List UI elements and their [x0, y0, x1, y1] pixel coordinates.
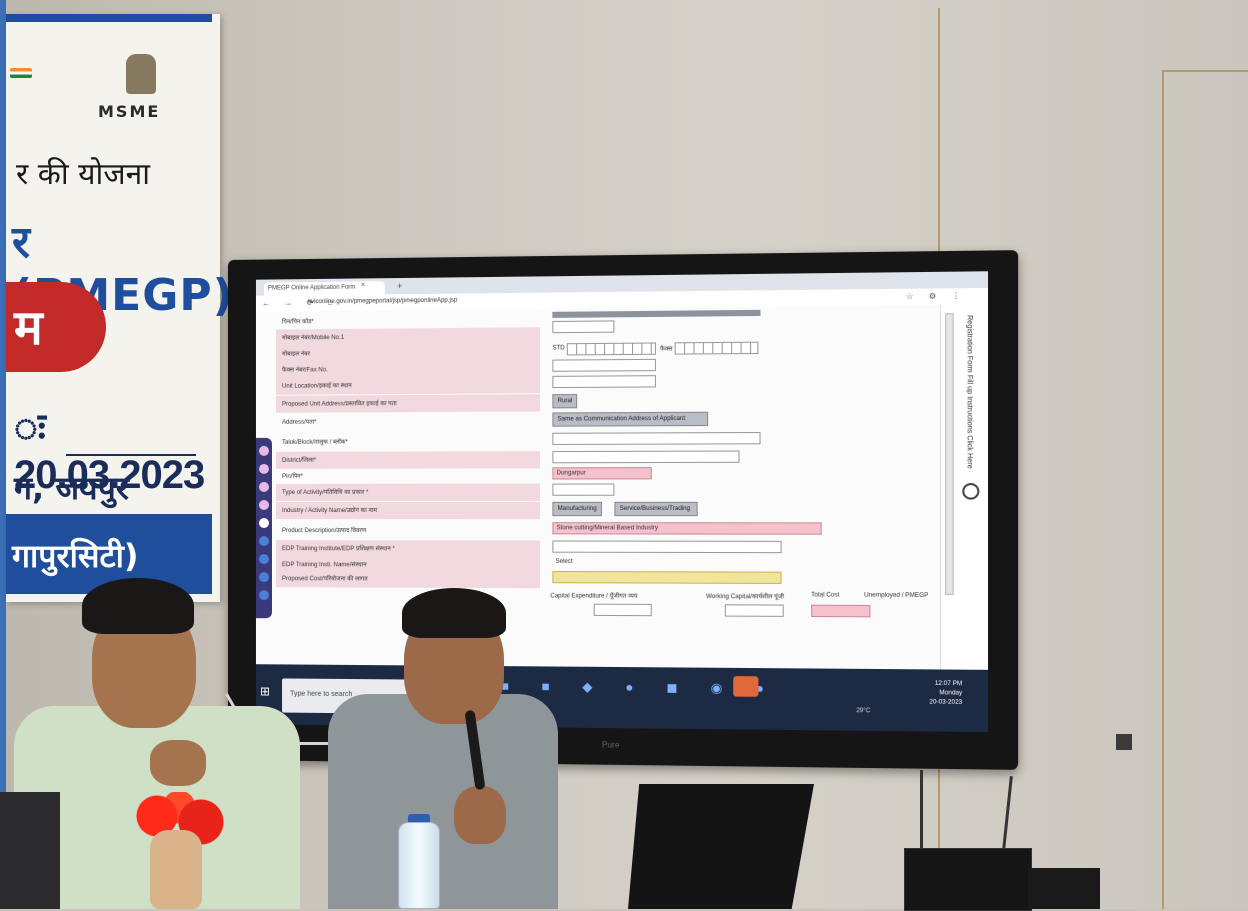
- magnifier-icon[interactable]: [962, 483, 980, 500]
- form-field-label: Product Description/उत्पाद विवरण: [282, 528, 367, 535]
- undo-icon[interactable]: [258, 554, 269, 565]
- system-tray[interactable]: 29°C: [856, 708, 870, 714]
- form-field-label: Industry / Activity Name/उद्योग का नाम: [275, 501, 541, 520]
- district-select[interactable]: Dungarpur: [552, 467, 652, 480]
- search-placeholder: Type here to search: [290, 690, 353, 699]
- scheme-text: र की योजना: [16, 157, 151, 192]
- browser-tab[interactable]: PMEGP Online Application Form: [263, 281, 385, 296]
- form-field-label: Unit Location/इकाई का स्थान: [275, 375, 541, 395]
- industry-select[interactable]: Stone cutting/Mineral Based Industry: [552, 522, 822, 535]
- national-emblem-icon: [126, 54, 156, 94]
- windows-start-icon[interactable]: ⊞: [260, 684, 274, 698]
- msme-logo: MSME: [98, 102, 161, 121]
- tab-label: PMEGP Online Application Form: [267, 284, 356, 292]
- clock-day: Monday: [939, 690, 963, 697]
- redo-icon[interactable]: [258, 572, 269, 583]
- person-speaker-hair: [402, 588, 506, 638]
- wall-wire: [1162, 70, 1164, 909]
- pin-input[interactable]: [552, 320, 615, 334]
- unemployed-label: Unemployed / PMEGP: [864, 592, 929, 600]
- clock-time: 12:07 PM: [934, 680, 963, 688]
- form-field-label: Pin/पिन*: [282, 473, 304, 480]
- badge-text: म: [14, 300, 43, 356]
- rural-button[interactable]: Rural: [552, 394, 578, 409]
- close-icon[interactable]: ✕: [361, 281, 366, 288]
- edp-select[interactable]: Select: [552, 557, 614, 569]
- chair: [0, 792, 60, 909]
- form-field-label: Type of Activity/गतिविधि का प्रकार *: [275, 483, 541, 501]
- same-address-button[interactable]: Same as Communication Address of Applica…: [552, 411, 709, 427]
- banner-top-bar: [6, 14, 212, 22]
- annotation-toolbar[interactable]: [255, 437, 272, 619]
- form-field-label: District/जिला*: [275, 451, 541, 469]
- total-cost-label: Total Cost: [811, 592, 840, 599]
- select-icon[interactable]: [258, 536, 269, 547]
- divider: [66, 454, 196, 456]
- weather-text: 29°C: [856, 708, 871, 715]
- pmegp-banner: MSME र की योजना र (PMEGP) म ः 20.03.2023…: [6, 14, 233, 602]
- red-badge: म: [6, 282, 106, 372]
- std-label: STD: [552, 345, 565, 352]
- tv-display: PMEGP Online Application Form ✕ + ← → ⟳ …: [228, 250, 1019, 770]
- extension-icons[interactable]: ☆ ⚙ ⋮: [906, 291, 967, 301]
- person-speaker-hand: [454, 786, 506, 844]
- shape-icon[interactable]: [258, 499, 269, 510]
- taluk-input[interactable]: [552, 450, 740, 464]
- new-tab-icon[interactable]: +: [397, 281, 402, 291]
- form-field-label: Proposed Unit Address/प्रस्तावित इकाई का…: [275, 394, 541, 413]
- mobile-input[interactable]: [552, 358, 656, 372]
- district-text: गापुरसिटी): [12, 537, 139, 575]
- total-cost-input[interactable]: [811, 604, 871, 618]
- fax-label: फैक्स: [660, 346, 673, 353]
- fax-number-input[interactable]: [552, 375, 656, 389]
- eraser-icon[interactable]: [258, 518, 269, 529]
- capital-expenditure-label: Capital Expenditure / पूँजीगत व्यय: [550, 593, 638, 600]
- event-place: ग, जयपुर: [14, 469, 129, 507]
- water-bottle: [398, 822, 440, 909]
- service-button[interactable]: Service/Business/Trading: [614, 501, 698, 517]
- person-left-hand: [150, 740, 206, 786]
- settings-icon[interactable]: [258, 590, 269, 601]
- active-app-icon[interactable]: [733, 676, 759, 697]
- router-antenna: [920, 770, 923, 850]
- flower-vase: [150, 830, 202, 909]
- person-speaker-torso: [328, 694, 558, 909]
- tv-screen: PMEGP Online Application Form ✕ + ← → ⟳ …: [255, 271, 989, 733]
- cost-headers: Capital Expenditure / पूँजीगत व्यय Worki…: [256, 588, 928, 603]
- application-form: पिन/पिन कोड* मोबाइल नंबर/Mobile No.1 मोबाइ…: [255, 304, 941, 670]
- marker-icon[interactable]: [258, 463, 269, 474]
- instructions-vertical-text[interactable]: Registration Form Fill up Instructions C…: [964, 315, 973, 469]
- form-field-label: EDP Training Institute/EDP प्रशिक्षण संस…: [275, 540, 541, 558]
- tricolor-logo: [10, 68, 32, 78]
- form-field-label: Taluk/Block/तालुक / ब्लॉक*: [282, 439, 348, 446]
- highlighter-icon[interactable]: [258, 481, 269, 492]
- pin-code-input[interactable]: [552, 483, 615, 496]
- clock-date: 20-03-2023: [929, 699, 963, 706]
- edp-name-input[interactable]: [552, 570, 782, 584]
- address-input[interactable]: [552, 431, 761, 445]
- speaker-device: [1028, 868, 1100, 909]
- pen-icon[interactable]: [258, 445, 269, 456]
- tv-brand-logo: Pure: [601, 740, 620, 750]
- wall-socket: [1116, 734, 1132, 750]
- taskbar-clock[interactable]: 12:07 PM Monday 20-03-2023: [929, 680, 962, 708]
- form-field-label: Address/पता*: [282, 419, 317, 426]
- capital-input[interactable]: [593, 603, 652, 617]
- laptop: [628, 784, 814, 909]
- working-capital-input[interactable]: [724, 604, 784, 617]
- amplifier-device: [904, 848, 1032, 911]
- product-description-input[interactable]: [552, 540, 782, 554]
- fax-input[interactable]: [674, 341, 759, 355]
- url-text[interactable]: kviconline.gov.in/pmegpeportal/jsp/pmegp…: [308, 298, 457, 306]
- manufacturing-button[interactable]: Manufacturing: [552, 501, 602, 517]
- scrollbar[interactable]: [945, 313, 954, 595]
- wall-wire: [1164, 70, 1248, 72]
- working-capital-label: Working Capital/कार्यशील पूंजी: [706, 593, 785, 601]
- form-field-label: Proposed Cost/परियोजना की लागत: [275, 570, 541, 589]
- person-left-hair: [82, 578, 194, 634]
- right-panel: Registration Form Fill up Instructions C…: [939, 304, 989, 670]
- std-input[interactable]: [566, 342, 656, 356]
